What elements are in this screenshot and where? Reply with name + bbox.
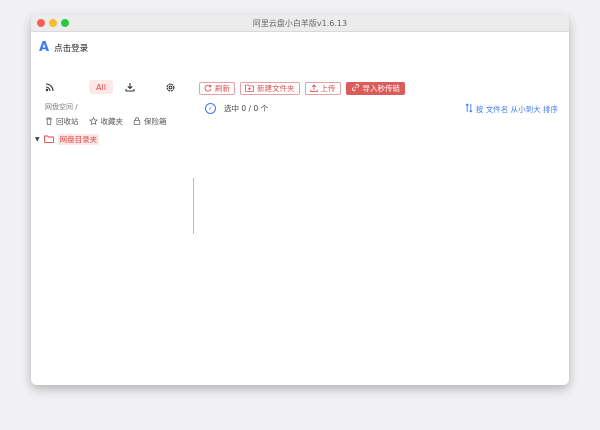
safe-box-label: 保险箱 [144, 117, 167, 126]
storage-info: 网盘空间 / [45, 102, 78, 112]
refresh-icon [204, 84, 212, 94]
select-all-checkbox[interactable]: ✓ [205, 103, 216, 114]
sidebar: A 点击登录 All 网盘空间 / 回收站 收藏夹 保险箱 ▼ 网盘目录夹 [31, 32, 193, 385]
recycle-bin-link[interactable]: 回收站 [45, 116, 79, 127]
rss-icon[interactable] [43, 80, 57, 94]
title-bar: 阿里云盘小白羊版v1.6.13 [31, 15, 569, 32]
selection-count: 选中 0 / 0 个 [224, 104, 269, 113]
all-filter-badge[interactable]: All [89, 80, 113, 94]
storage-separator: / [75, 103, 78, 111]
refresh-label: 刷新 [215, 84, 230, 93]
main-panel: 刷新 新建文件夹 上传 导入秒传链 ✓ 选中 0 / 0 个 按 文件名 从小到… [199, 32, 569, 385]
storage-label: 网盘空间 [45, 103, 73, 111]
refresh-button[interactable]: 刷新 [199, 82, 235, 95]
upload-button[interactable]: 上传 [304, 82, 341, 95]
login-label: 点击登录 [54, 43, 89, 54]
sidebar-toolbar: All [43, 80, 183, 94]
resize-handle[interactable] [193, 178, 194, 234]
folder-icon [43, 135, 54, 145]
favorites-link[interactable]: 收藏夹 [88, 116, 124, 127]
upload-icon [309, 83, 318, 94]
folder-plus-icon [245, 84, 254, 94]
import-link-button[interactable]: 导入秒传链 [345, 82, 405, 95]
trash-icon [45, 117, 53, 127]
app-logo-icon: A [39, 40, 50, 55]
sort-control[interactable]: 按 文件名 从小到大 排序 [465, 103, 558, 115]
app-window: 阿里云盘小白羊版v1.6.13 A 点击登录 All 网盘空间 / 回收站 收藏… [31, 15, 569, 385]
caret-down-icon[interactable]: ▼ [35, 136, 40, 143]
window-title: 阿里云盘小白羊版v1.6.13 [252, 19, 348, 28]
selection-row: ✓ 选中 0 / 0 个 [205, 103, 268, 114]
tree-root-label: 网盘目录夹 [57, 134, 100, 145]
safe-box-link[interactable]: 保险箱 [133, 116, 167, 127]
settings-gear-icon[interactable] [163, 80, 177, 94]
link-icon [351, 83, 360, 94]
login-button[interactable]: A 点击登录 [39, 41, 88, 54]
sort-icon [465, 103, 473, 115]
recycle-bin-label: 回收站 [56, 117, 79, 126]
star-icon [88, 116, 98, 127]
download-icon[interactable] [123, 80, 137, 94]
file-toolbar: 刷新 新建文件夹 上传 导入秒传链 [199, 82, 405, 95]
quick-links: 回收站 收藏夹 保险箱 [45, 116, 167, 127]
new-folder-label: 新建文件夹 [257, 84, 295, 93]
upload-label: 上传 [320, 84, 336, 93]
sort-label: 按 文件名 从小到大 排序 [475, 104, 558, 114]
new-folder-button[interactable]: 新建文件夹 [240, 82, 300, 95]
tree-root-item[interactable]: ▼ 网盘目录夹 [35, 134, 100, 145]
import-link-label: 导入秒传链 [362, 84, 401, 93]
favorites-label: 收藏夹 [100, 117, 124, 126]
lock-icon [133, 116, 141, 127]
